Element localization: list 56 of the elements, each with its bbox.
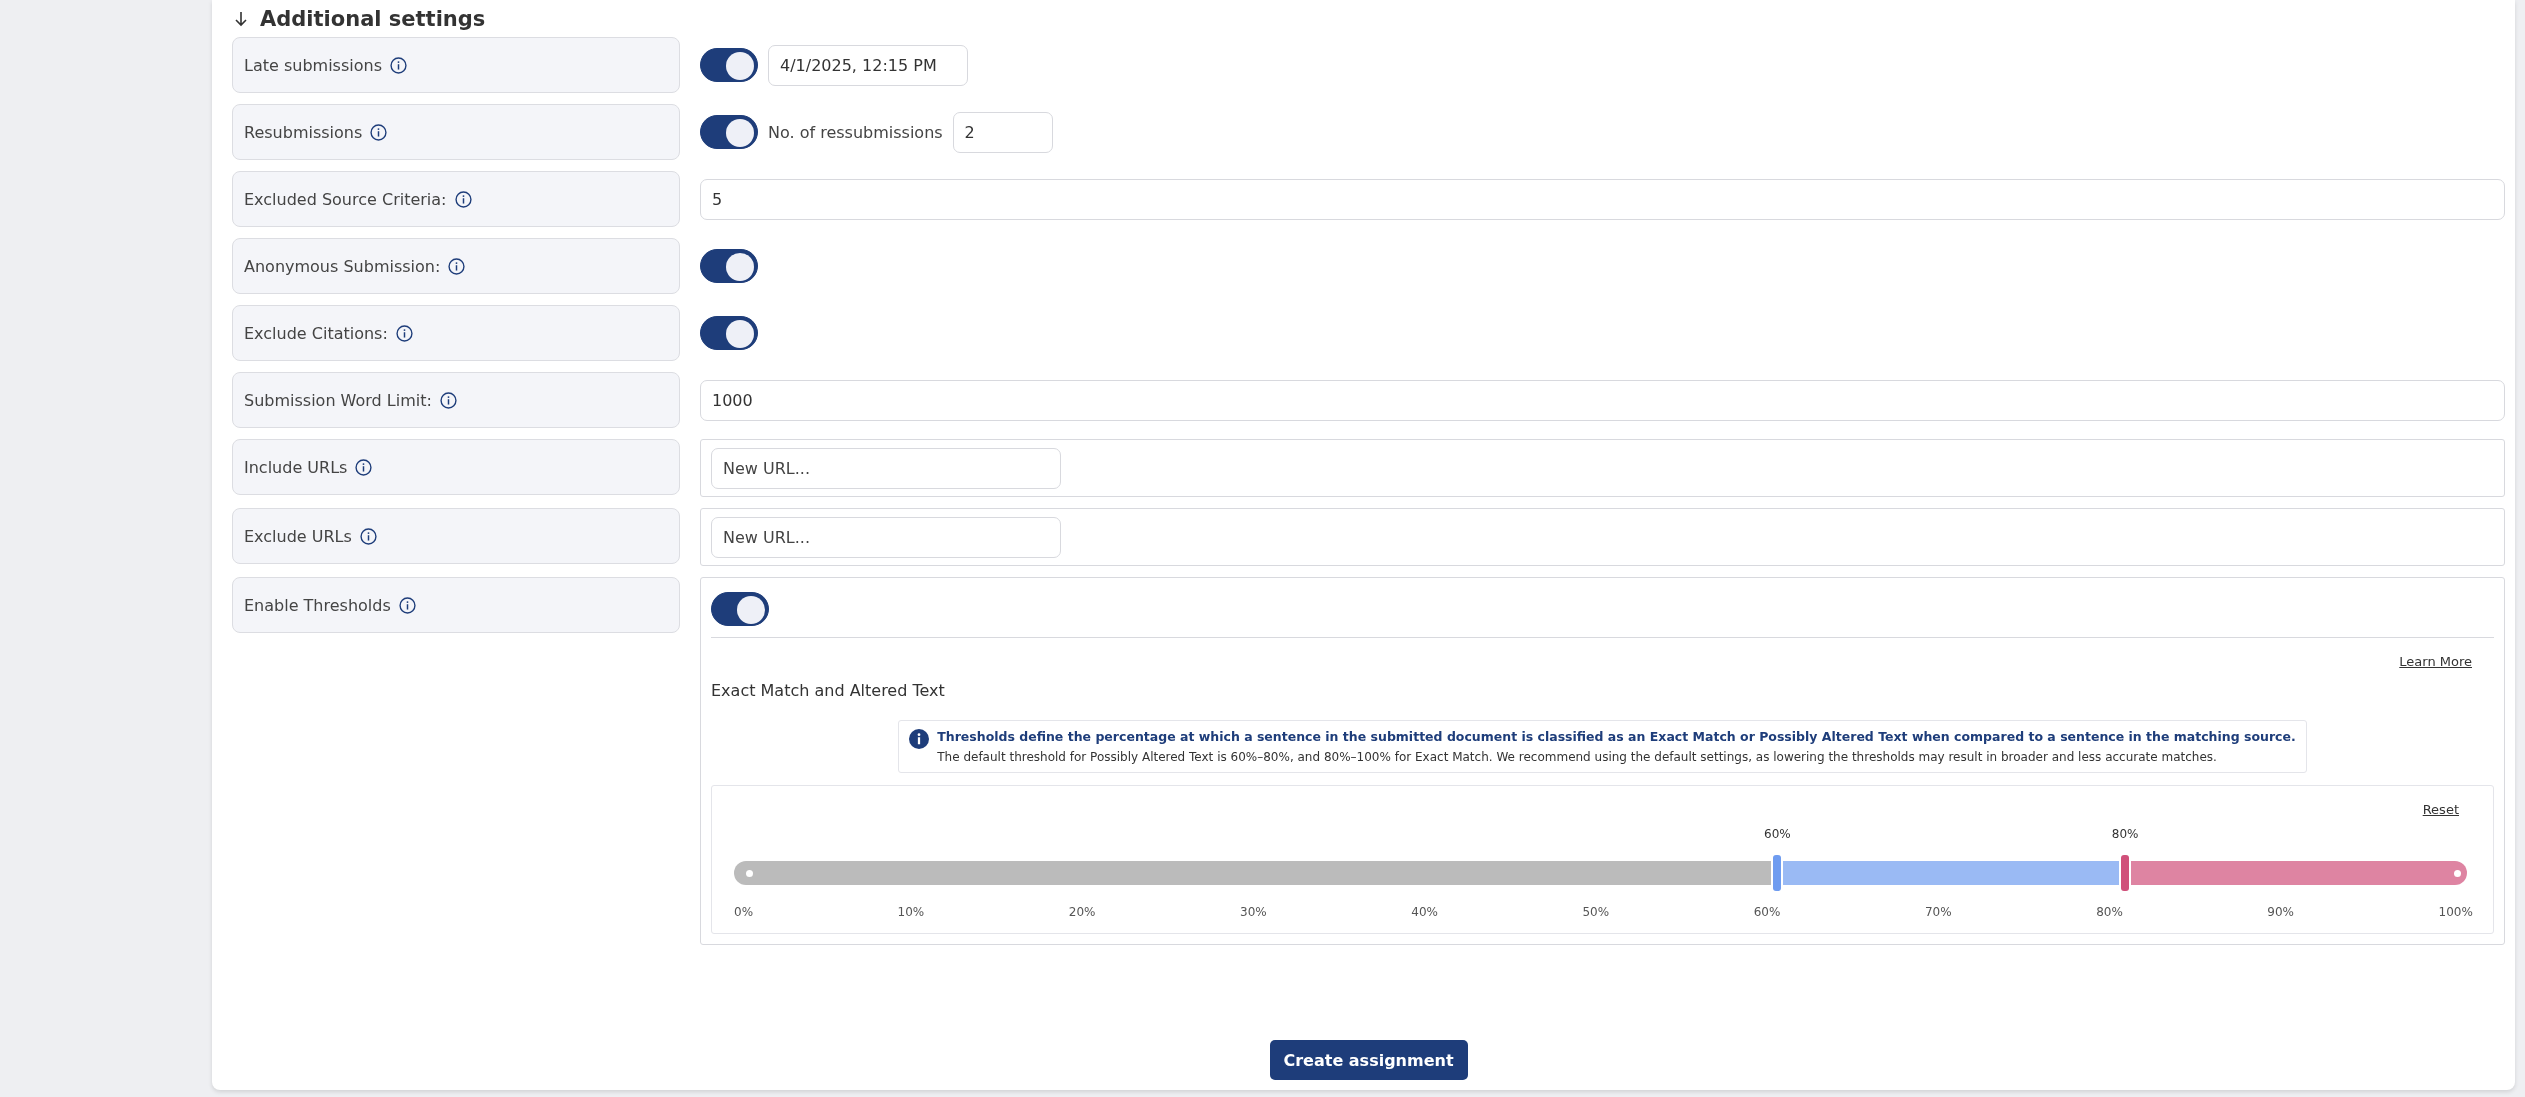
setting-label: Late submissions xyxy=(244,55,382,75)
count-field[interactable]: 2 xyxy=(952,111,1053,153)
info-title: Thresholds define the percentage at which a sentence in the submitted document is classified as an Exact Match or Possibly Altered Text when compared to a sentence in the matching source. xyxy=(937,729,2296,744)
url-field[interactable]: New URL... xyxy=(711,516,1061,558)
setting-label: Exclude URLs xyxy=(244,526,352,546)
tick-label: 50% xyxy=(1582,905,1610,919)
setting-label: Resubmissions xyxy=(244,122,363,142)
tick-label: 80% xyxy=(2096,905,2123,919)
setting-label: Submission Word Limit: xyxy=(244,390,432,410)
arrow-icon[interactable] xyxy=(234,10,248,27)
track-end-dot xyxy=(746,870,753,877)
section-heading: Additional settings xyxy=(260,6,486,31)
url-field[interactable]: New URL... xyxy=(711,447,1061,489)
toggle-switch[interactable] xyxy=(700,115,758,149)
toggle-switch[interactable] xyxy=(711,591,769,626)
info-icon[interactable] xyxy=(359,527,377,545)
slider-handle[interactable] xyxy=(1773,855,1782,891)
toggle-switch[interactable] xyxy=(700,48,758,82)
text-field[interactable]: 5 xyxy=(700,178,2505,220)
info-icon[interactable] xyxy=(398,596,416,614)
tick-label: 90% xyxy=(2267,905,2294,919)
setting-label: Anonymous Submission: xyxy=(244,256,441,276)
info-icon xyxy=(909,729,930,749)
section-title: Exact Match and Altered Text xyxy=(711,680,946,700)
date-field[interactable]: 4/1/2025, 12:15 PM xyxy=(768,44,968,86)
text-field[interactable]: 1000 xyxy=(700,379,2505,421)
setting-label: Include URLs xyxy=(244,457,348,477)
info-icon[interactable] xyxy=(370,123,388,141)
handle-value: 60% xyxy=(1764,827,1791,841)
tick-label: 30% xyxy=(1240,905,1267,919)
create-assignment-button[interactable]: Create assignment xyxy=(1269,1040,1468,1080)
track-end-dot xyxy=(2454,870,2461,877)
learn-more-link[interactable]: Learn More xyxy=(2399,654,2472,669)
info-icon[interactable] xyxy=(395,324,413,342)
tick-label: 0% xyxy=(734,905,754,919)
setting-label: Excluded Source Criteria: xyxy=(244,189,447,209)
tick-label: 40% xyxy=(1411,905,1438,919)
reset-link[interactable]: Reset xyxy=(2422,802,2459,817)
handle-value: 80% xyxy=(2111,827,2139,841)
tick-label: 20% xyxy=(1068,905,1096,919)
setting-label: Exclude Citations: xyxy=(244,323,388,343)
info-icon[interactable] xyxy=(448,257,466,275)
toggle-switch[interactable] xyxy=(700,249,758,283)
tick-label: 100% xyxy=(2438,905,2473,919)
info-icon[interactable] xyxy=(439,391,457,409)
info-icon[interactable] xyxy=(355,458,373,476)
info-icon[interactable] xyxy=(389,56,407,74)
tick-label: 60% xyxy=(1753,905,1781,919)
info-text: The default threshold for Possibly Altered Text is 60%–80%, and 80%–100% for Exact Match. We recommend using the default settings, as lowering the thresholds may result in broader and less accurate matches. xyxy=(937,750,2218,764)
info-icon[interactable] xyxy=(454,190,472,208)
toggle-switch[interactable] xyxy=(700,316,758,350)
slider-handle[interactable] xyxy=(2121,855,2130,891)
setting-label: Enable Thresholds xyxy=(244,595,391,615)
tick-label: 70% xyxy=(1924,905,1952,919)
tick-label: 10% xyxy=(897,905,925,919)
field-label: No. of ressubmissions xyxy=(768,122,943,142)
